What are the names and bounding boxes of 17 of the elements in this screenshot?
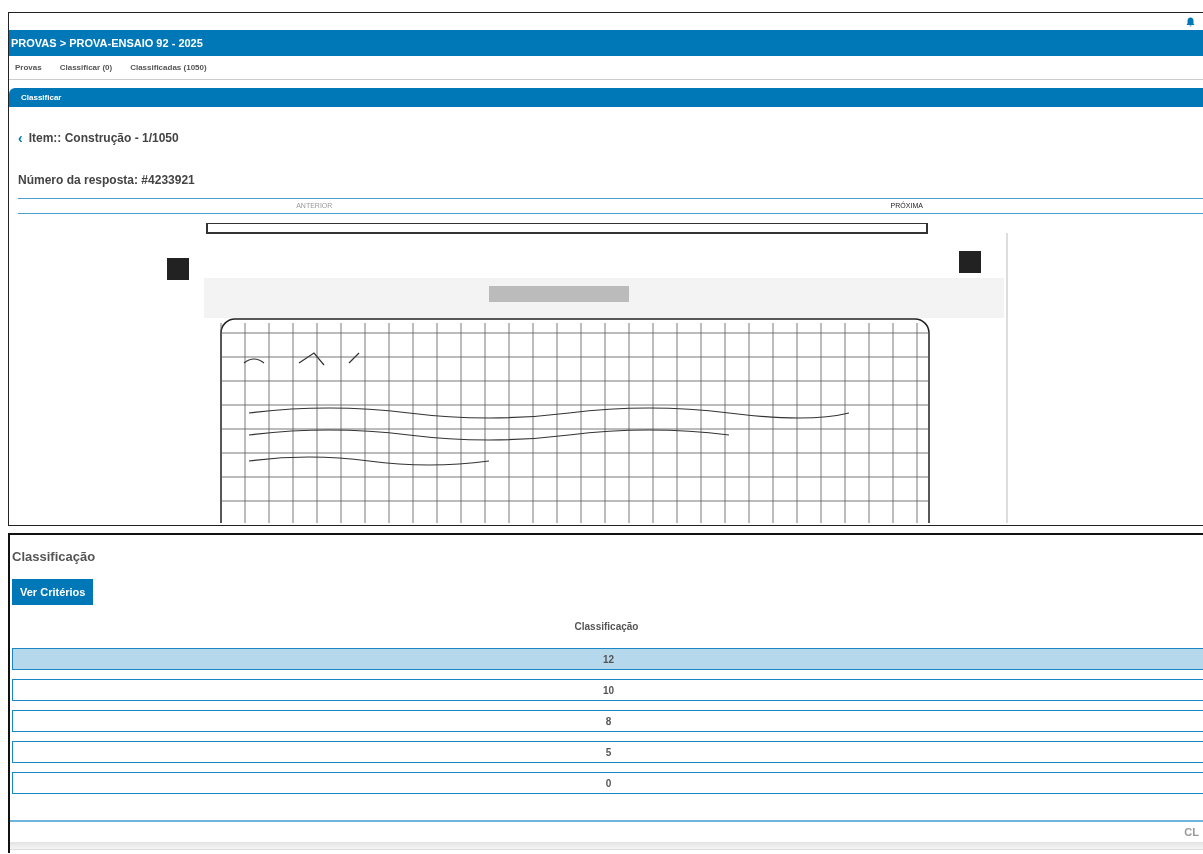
score-option[interactable]: 5 <box>12 741 1203 763</box>
view-criteria-button[interactable]: Ver Critérios <box>12 578 94 605</box>
back-link[interactable]: ‹ <box>18 131 23 145</box>
nav-link[interactable]: Provas <box>15 61 42 74</box>
score-option[interactable]: 12 <box>12 648 1203 670</box>
panel-title: Classificar <box>21 91 62 104</box>
nav-link[interactable]: Classificadas (1050) <box>130 61 207 74</box>
table-title: Classificação <box>573 620 640 634</box>
section-title: Classificação <box>12 548 97 566</box>
bell-icon[interactable] <box>1186 16 1195 27</box>
item-title: Item:: Construção - 1/1050 <box>28 130 179 147</box>
page-title: PROVAS > PROVA-ENSAIO 92 - 2025 <box>11 35 203 51</box>
score-option[interactable]: 8 <box>12 710 1203 732</box>
nav-link[interactable]: Classificar (0) <box>59 61 113 74</box>
response-number: Número da resposta: #4233921 <box>18 172 196 189</box>
score-option[interactable]: 0 <box>12 772 1203 794</box>
score-option[interactable]: 10 <box>12 679 1203 701</box>
